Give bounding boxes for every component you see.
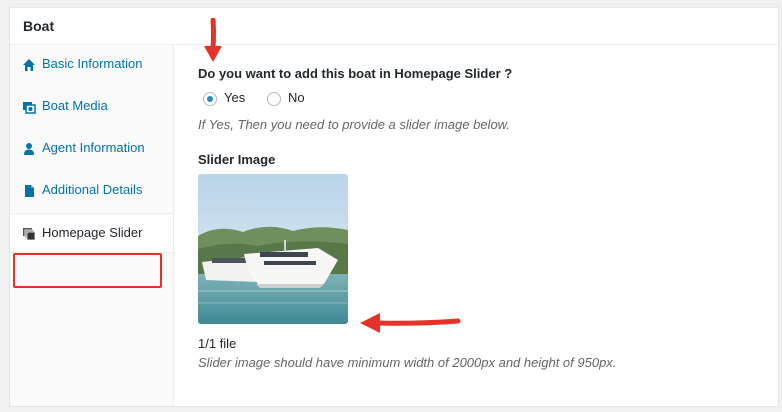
tab-basic-information[interactable]: Basic Information bbox=[10, 45, 173, 85]
slider-image-heading: Slider Image bbox=[198, 152, 276, 167]
file-count: 1/1 file bbox=[198, 336, 237, 351]
slider-image-thumbnail[interactable] bbox=[198, 174, 348, 324]
tab-agent-information[interactable]: Agent Information bbox=[10, 129, 173, 169]
yacht-image bbox=[198, 174, 348, 324]
tab-additional-details[interactable]: Additional Details bbox=[10, 171, 173, 211]
radio-no[interactable]: No bbox=[267, 90, 312, 108]
radio-label-no: No bbox=[288, 90, 305, 105]
slider-icon bbox=[23, 228, 36, 241]
radio-button-yes[interactable] bbox=[203, 92, 217, 106]
details-icon bbox=[25, 185, 34, 197]
metabox-title: Boat bbox=[23, 18, 55, 34]
slider-image-note: Slider image should have minimum width o… bbox=[198, 355, 617, 370]
tab-label: Basic Information bbox=[42, 56, 143, 71]
tab-label: Additional Details bbox=[42, 182, 143, 197]
tab-homepage-slider[interactable]: Homepage Slider bbox=[10, 213, 173, 253]
slider-question: Do you want to add this boat in Homepage… bbox=[198, 66, 513, 81]
annotation-highlight-box bbox=[13, 253, 162, 288]
tab-sidebar: Basic Information Boat Media Agent Infor… bbox=[10, 45, 174, 406]
home-icon bbox=[23, 59, 35, 71]
tab-label: Agent Information bbox=[42, 140, 145, 155]
metabox-header[interactable]: Boat bbox=[10, 8, 778, 45]
slider-help-text: If Yes, Then you need to provide a slide… bbox=[198, 117, 510, 132]
radio-yes[interactable]: Yes bbox=[203, 90, 253, 108]
media-icon bbox=[23, 102, 36, 114]
radio-button-no[interactable] bbox=[267, 92, 281, 106]
tab-boat-media[interactable]: Boat Media bbox=[10, 87, 173, 127]
tab-label: Boat Media bbox=[42, 98, 108, 113]
agent-icon bbox=[24, 143, 34, 155]
radio-label-yes: Yes bbox=[224, 90, 246, 105]
tab-label: Homepage Slider bbox=[42, 225, 143, 240]
